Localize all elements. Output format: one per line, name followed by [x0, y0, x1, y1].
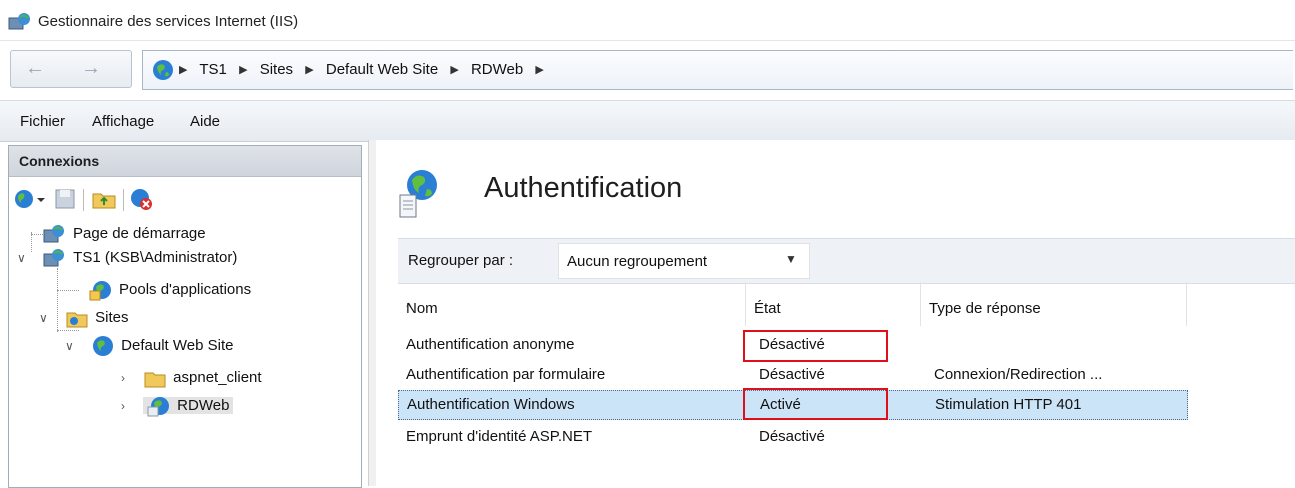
web-app-icon — [147, 397, 170, 417]
iis-app-icon — [8, 13, 30, 30]
toolbar-separator — [123, 189, 124, 211]
title-bar: Gestionnaire des services Internet (IIS) — [0, 0, 1295, 40]
up-folder-icon[interactable] — [91, 187, 117, 211]
tree-item-server[interactable]: ∨ TS1 (KSB\Administrator) — [17, 244, 237, 272]
table-row[interactable]: Emprunt d'identité ASP.NET Désactivé — [398, 422, 1188, 452]
table-row[interactable]: Authentification par formulaire Désactiv… — [398, 360, 1188, 390]
tree-item-aspnet-client[interactable]: › aspnet_client — [121, 364, 262, 392]
app-pool-icon — [89, 281, 111, 301]
breadcrumb-item-sites[interactable]: Sites — [260, 61, 293, 78]
nav-buttons: ← → — [10, 50, 132, 88]
group-by-bar: Regrouper par : Aucun regroupement ▼ — [398, 238, 1295, 284]
column-header-label: État — [754, 300, 781, 317]
chevron-down-icon[interactable]: ∨ — [39, 304, 48, 332]
row-name: Authentification anonyme — [406, 336, 575, 353]
tree-item-app-pools[interactable]: Pools d'applications — [89, 276, 251, 304]
connect-globe-icon[interactable] — [13, 187, 47, 211]
chevron-right-icon[interactable]: › — [121, 392, 125, 420]
row-response-type: Connexion/Redirection ... — [934, 366, 1103, 383]
menu-aide[interactable]: Aide — [190, 113, 220, 130]
tree-item-label: Pools d'applications — [119, 281, 252, 298]
globe-icon — [93, 336, 114, 357]
authentication-icon — [399, 170, 437, 218]
tree-item-label: Sites — [95, 309, 129, 326]
connections-pane: Connexions Page de démarrage ∨ TS1 (KSB\… — [8, 145, 362, 488]
dropdown-arrow-icon[interactable]: ▼ — [785, 252, 797, 266]
row-name: Emprunt d'identité ASP.NET — [406, 428, 593, 445]
globe-icon — [153, 60, 173, 80]
forward-arrow-icon[interactable]: → — [81, 57, 101, 79]
tree-item-default-web-site[interactable]: ∨ Default Web Site — [65, 332, 233, 360]
toolbar-separator — [83, 189, 84, 211]
tree-item-rdweb[interactable]: › RDWeb — [121, 392, 234, 420]
column-header-label: Type de réponse — [929, 300, 1041, 317]
breadcrumb-separator-icon[interactable]: ▶ — [535, 64, 543, 76]
tree-item-selected[interactable]: RDWeb — [143, 397, 234, 417]
sites-folder-icon — [66, 312, 88, 328]
tree-line — [57, 290, 79, 291]
window-title: Gestionnaire des services Internet (IIS) — [38, 13, 299, 30]
tree-item-label: TS1 (KSB\Administrator) — [73, 249, 238, 266]
tree-item-label: RDWeb — [177, 397, 230, 414]
breadcrumb-item-ts1[interactable]: TS1 — [199, 61, 227, 78]
feature-pane: Authentification Regrouper par : Aucun r… — [376, 140, 1295, 486]
page-title: Authentification — [484, 172, 683, 204]
column-header-name[interactable]: ^ Nom — [398, 282, 746, 326]
breadcrumb-separator-icon: ▶ — [179, 64, 188, 76]
connections-tree: Page de démarrage ∨ TS1 (KSB\Administrat… — [9, 224, 361, 487]
column-header-label: Nom — [406, 300, 438, 317]
connections-header: Connexions — [9, 146, 361, 177]
authentication-list: ^ Nom État Type de réponse Authentificat… — [398, 282, 1295, 486]
menu-affichage[interactable]: Affichage — [92, 113, 154, 130]
tree-item-label: Page de démarrage — [73, 225, 206, 242]
menu-bar: Fichier Affichage Aide — [0, 100, 1295, 142]
column-header-state[interactable]: État — [746, 282, 921, 326]
tree-item-label: Default Web Site — [121, 337, 234, 354]
row-name: Authentification Windows — [407, 396, 575, 413]
back-arrow-icon[interactable]: ← — [25, 57, 45, 79]
connections-title: Connexions — [19, 153, 100, 169]
breadcrumb: ▶ TS1 ▶ Sites ▶ Default Web Site ▶ RDWeb… — [179, 61, 552, 78]
tree-item-sites[interactable]: ∨ Sites — [39, 304, 129, 332]
start-page-icon — [43, 225, 64, 243]
row-state: Désactivé — [759, 366, 825, 383]
group-by-label: Regrouper par : — [408, 252, 514, 269]
annotation-highlight-box — [743, 330, 888, 362]
column-header-response-type[interactable]: Type de réponse — [921, 282, 1187, 326]
tree-item-label: aspnet_client — [173, 369, 262, 386]
group-by-dropdown[interactable]: Aucun regroupement ▼ — [558, 243, 810, 279]
breadcrumb-separator-icon: ▶ — [450, 64, 459, 76]
row-state: Désactivé — [759, 428, 825, 445]
disconnect-icon[interactable] — [129, 187, 155, 211]
menu-fichier[interactable]: Fichier — [20, 113, 65, 130]
row-name: Authentification par formulaire — [406, 366, 606, 383]
breadcrumb-item-rdweb[interactable]: RDWeb — [471, 61, 523, 78]
group-by-value: Aucun regroupement — [567, 253, 708, 270]
row-response-type: Stimulation HTTP 401 — [935, 396, 1082, 413]
breadcrumb-separator-icon: ▶ — [239, 64, 248, 76]
server-icon — [43, 249, 65, 267]
chevron-right-icon[interactable]: › — [121, 364, 125, 392]
navigation-bar: ← → ▶ TS1 ▶ Sites ▶ Default Web Site ▶ R… — [0, 40, 1295, 101]
folder-icon — [144, 372, 166, 388]
chevron-down-icon[interactable]: ∨ — [65, 332, 74, 360]
address-bar[interactable]: ▶ TS1 ▶ Sites ▶ Default Web Site ▶ RDWeb… — [142, 50, 1293, 90]
breadcrumb-item-default-web-site[interactable]: Default Web Site — [326, 61, 438, 78]
chevron-down-icon[interactable]: ∨ — [17, 244, 26, 272]
save-icon[interactable] — [53, 187, 77, 211]
annotation-highlight-box — [743, 388, 888, 420]
breadcrumb-separator-icon: ▶ — [305, 64, 314, 76]
connections-toolbar — [9, 177, 361, 221]
